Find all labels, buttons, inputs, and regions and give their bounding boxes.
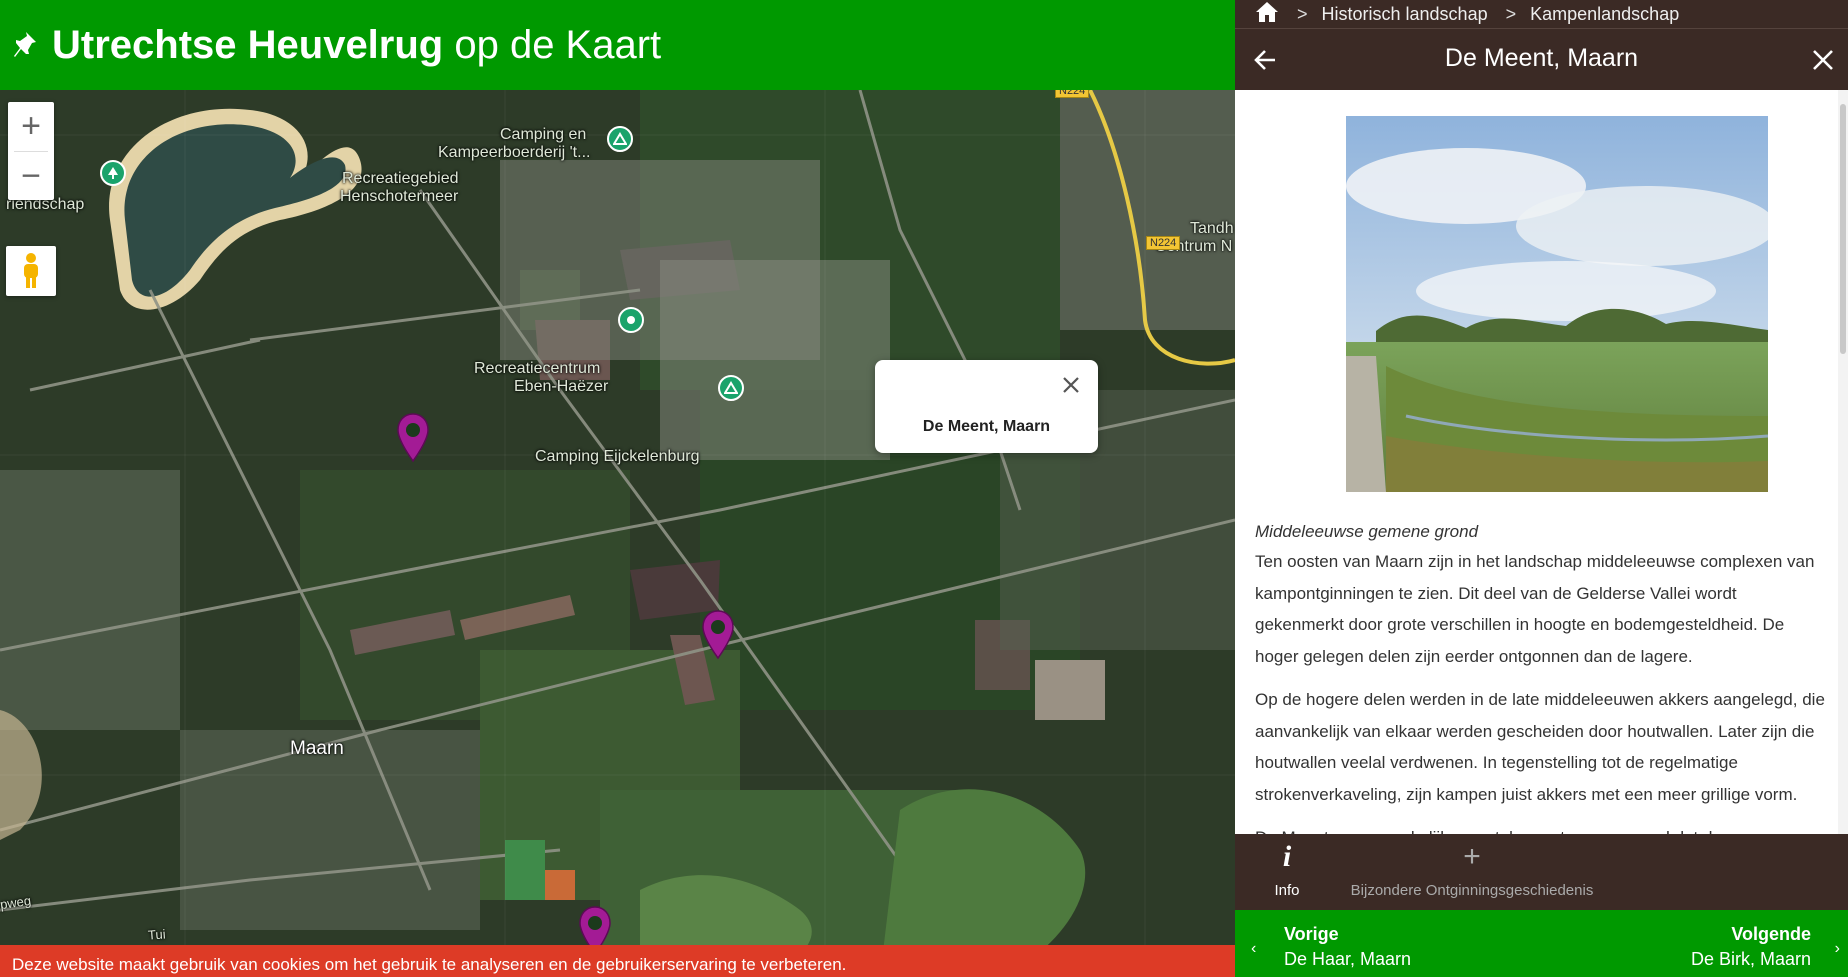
pushpin-icon [12, 27, 40, 63]
map-label-kampeerboerderij: Kampeerboerderij 't... [438, 144, 591, 161]
map-imagery [0, 90, 1235, 977]
home-icon[interactable] [1255, 1, 1279, 28]
map-label-tandh: Tandh [1190, 220, 1234, 237]
site-header: Utrechtse Heuvelrug op de Kaart [0, 0, 1235, 90]
info-icon: i [1282, 840, 1292, 873]
map-label-camping-eijckelenburg: Camping Eijckelenburg [535, 448, 700, 465]
scrollbar-thumb[interactable] [1840, 104, 1846, 354]
panel-content[interactable]: Middeleeuwse gemene grond Ten oosten van… [1235, 90, 1848, 834]
recreation-poi-icon[interactable] [618, 307, 644, 333]
next-location-name: De Birk, Maarn [1690, 949, 1811, 969]
zoom-controls: + − [8, 102, 54, 200]
chevron-right-icon: > [1505, 3, 1517, 24]
zoom-out-button[interactable]: − [8, 152, 54, 201]
panel-tabs: i Info + Bijzondere Ontginningsgeschiede… [1235, 834, 1848, 910]
site-title-rest: op de Kaart [443, 22, 662, 67]
map-label-eben-haezer: Eben-Haëzer [514, 378, 609, 395]
previous-location-name: De Haar, Maarn [1284, 949, 1412, 969]
prev-next-nav: ‹ Vorige De Haar, Maarn Volgende De Birk… [1235, 910, 1848, 977]
marker-popup[interactable]: De Meent, Maarn [875, 360, 1098, 453]
plus-icon: + [1463, 840, 1481, 873]
map-label-tuin: Tui [147, 926, 167, 943]
map-label-henschotermeer: Henschotermeer [340, 188, 459, 205]
location-marker-icon[interactable] [701, 610, 735, 660]
popup-close-icon[interactable] [1060, 374, 1082, 396]
previous-label: Vorige [1284, 924, 1339, 944]
app-root: Utrechtse Heuvelrug op de Kaart Camping … [0, 0, 1848, 977]
panel-titlebar: De Meent, Maarn [1235, 28, 1848, 90]
breadcrumb-historisch[interactable]: Historisch landschap [1322, 4, 1488, 25]
content-subtitle: Middeleeuwse gemene grond [1255, 522, 1479, 541]
previous-button[interactable]: ‹ Vorige De Haar, Maarn [1235, 910, 1535, 977]
site-title-bold: Utrechtse Heuvelrug [52, 22, 444, 67]
chevron-left-icon: ‹ [1251, 940, 1257, 957]
next-button[interactable]: Volgende De Birk, Maarn › [1548, 910, 1848, 977]
popup-title[interactable]: De Meent, Maarn [875, 418, 1098, 436]
content-paragraph: Op de hogere delen werden in de late mid… [1255, 690, 1825, 804]
detail-panel: > Historisch landschap > Kampenlandschap… [1235, 0, 1848, 977]
map-label-camping: Camping en [500, 126, 587, 143]
location-marker-icon[interactable] [396, 413, 430, 463]
road-label-n224: N224 [1055, 90, 1090, 98]
chevron-right-icon: › [1834, 940, 1840, 957]
map-label-maarn: Maarn [290, 738, 344, 759]
zoom-in-button[interactable]: + [8, 102, 54, 151]
content-scrollbar[interactable] [1838, 90, 1848, 834]
map-label-recreatiecentrum: Recreatiecentrum [474, 360, 601, 377]
close-icon[interactable] [1810, 47, 1836, 73]
cookie-banner: Deze website maakt gebruik van cookies o… [0, 945, 1235, 977]
breadcrumb-kampenlandschap[interactable]: Kampenlandschap [1530, 4, 1679, 25]
tab-info[interactable]: i Info [1257, 834, 1317, 910]
park-poi-icon[interactable] [100, 160, 126, 186]
map-label-recreatiegebied: Recreatiegebied [342, 170, 459, 187]
next-label: Volgende [1731, 924, 1811, 944]
street-view-pegman-icon[interactable] [6, 246, 56, 296]
content-paragraph: Ten oosten van Maarn zijn in het landsch… [1255, 552, 1815, 666]
breadcrumb: > Historisch landschap > Kampenlandschap [1235, 0, 1848, 28]
tab-bijzondere-ontginningsgeschiedenis[interactable]: + Bijzondere Ontginningsgeschiedenis [1347, 834, 1597, 910]
camping-poi-icon[interactable] [607, 126, 633, 152]
camping-eijckelenburg-poi-icon[interactable] [718, 375, 744, 401]
tab-bijzondere-label: Bijzondere Ontginningsgeschiedenis [1350, 882, 1594, 899]
chevron-right-icon: > [1297, 3, 1308, 24]
road-label-n224-east: N224 [1146, 236, 1181, 250]
satellite-map[interactable]: Camping en Kampeerboerderij 't... Recrea… [0, 90, 1235, 977]
tab-info-label: Info [1274, 882, 1300, 899]
panel-title: De Meent, Maarn [1444, 44, 1639, 72]
site-title[interactable]: Utrechtse Heuvelrug op de Kaart [52, 23, 661, 68]
location-photo [1346, 116, 1768, 492]
content-paragraph: De Meent - oorspronkelijk een stuk onont… [1255, 822, 1828, 834]
